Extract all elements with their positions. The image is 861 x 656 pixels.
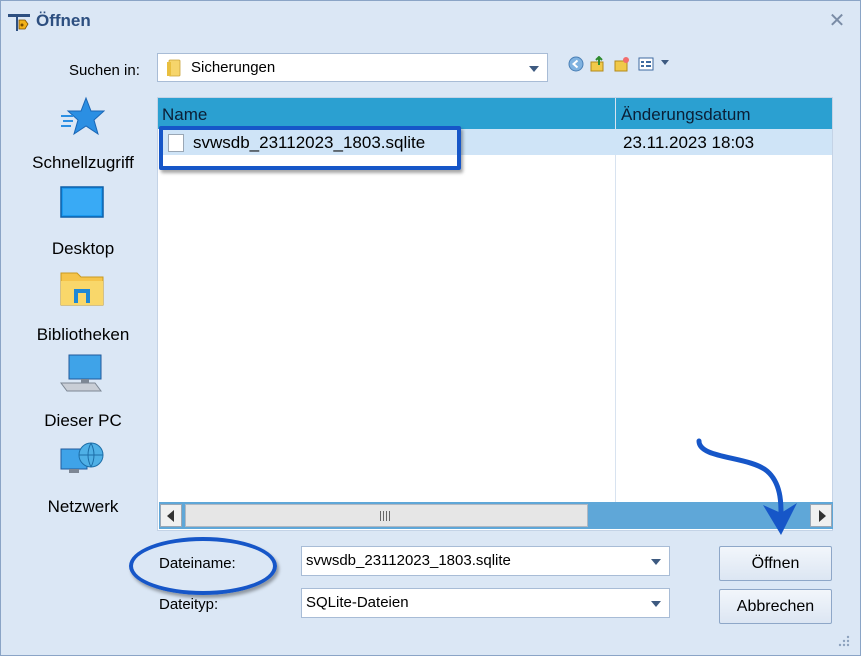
computer-icon — [60, 354, 102, 392]
back-icon[interactable] — [568, 56, 584, 72]
filetype-value: SQLite-Dateien — [306, 594, 409, 611]
file-date: 23.11.2023 18:03 — [623, 133, 755, 152]
chevron-down-icon[interactable] — [651, 601, 661, 607]
network-icon — [60, 442, 104, 473]
places-bar: Schnellzugriff Desktop Bibliotheken Dies… — [1, 91, 157, 531]
navigation-toolbar — [568, 55, 678, 76]
place-label: Bibliotheken — [36, 325, 130, 344]
scroll-right-button[interactable] — [810, 504, 832, 527]
filename-value: svwsdb_23112023_1803.sqlite — [306, 552, 511, 569]
scroll-left-button[interactable] — [160, 504, 182, 527]
resize-grip-icon[interactable] — [838, 635, 850, 647]
scroll-thumb[interactable] — [185, 504, 588, 527]
desktop-icon — [60, 186, 104, 218]
look-in-label: Suchen in: — [69, 62, 140, 79]
column-header-name[interactable]: Name — [162, 105, 207, 125]
place-label: Desktop — [51, 239, 115, 258]
place-label: Dieser PC — [44, 411, 122, 430]
filetype-label: Dateityp: — [159, 596, 219, 613]
look-in-combo[interactable]: Sicherungen — [157, 53, 548, 82]
open-dialog: Öffnen ✕ Suchen in: Sicherungen Schnellz… — [0, 0, 861, 656]
place-label: Netzwerk — [47, 497, 119, 516]
column-divider — [615, 98, 616, 502]
filetype-select[interactable]: SQLite-Dateien — [301, 588, 670, 618]
look-in-value: Sicherungen — [191, 59, 276, 76]
new-folder-icon[interactable] — [614, 56, 630, 72]
chevron-down-icon[interactable] — [651, 559, 661, 565]
chevron-down-icon[interactable] — [529, 66, 539, 72]
window-title: Öffnen — [36, 11, 91, 30]
grip-icon — [380, 511, 392, 521]
open-button[interactable]: Öffnen — [719, 546, 832, 581]
app-icon — [8, 14, 30, 31]
arrow-left-icon — [167, 510, 174, 522]
chevron-down-icon[interactable] — [661, 60, 677, 76]
arrow-annotation-icon — [696, 438, 797, 535]
selection-highlight-annotation — [159, 126, 461, 170]
place-label: Schnellzugriff — [32, 153, 134, 172]
folder-icon — [167, 59, 181, 77]
view-menu-icon[interactable] — [638, 56, 654, 72]
filename-label-annotation — [129, 537, 277, 595]
list-header: Name Änderungsdatum — [158, 98, 832, 129]
close-icon[interactable]: ✕ — [826, 9, 848, 31]
arrow-right-icon — [819, 510, 826, 522]
star-icon — [61, 96, 105, 136]
filename-input[interactable]: svwsdb_23112023_1803.sqlite — [301, 546, 670, 576]
cancel-button[interactable]: Abbrechen — [719, 589, 832, 624]
up-folder-icon[interactable] — [590, 55, 606, 72]
libraries-icon — [60, 272, 104, 306]
column-header-date[interactable]: Änderungsdatum — [621, 105, 750, 125]
title-bar: Öffnen ✕ — [1, 1, 860, 39]
